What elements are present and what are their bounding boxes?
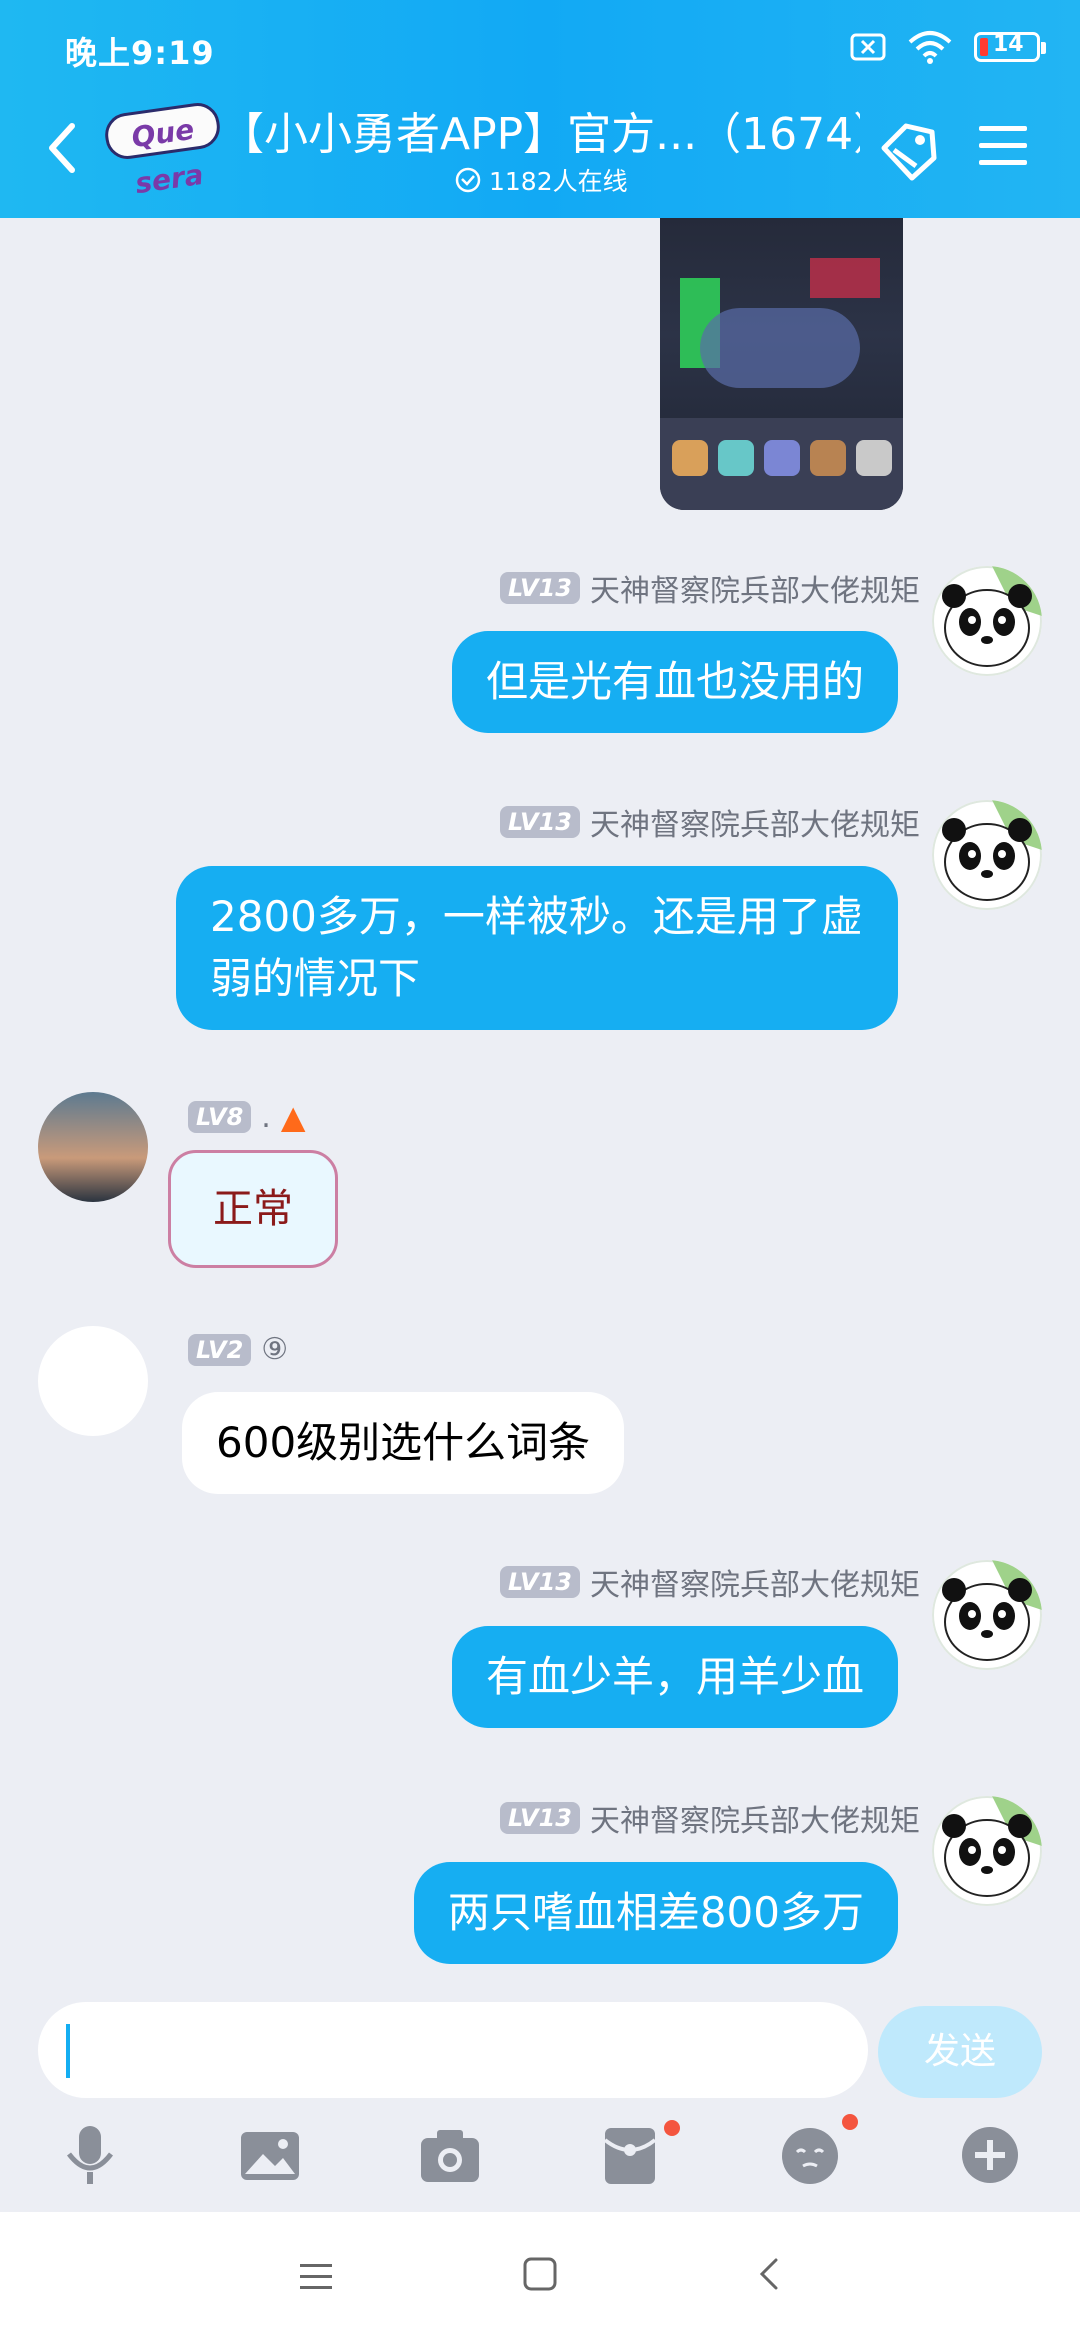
chat-area[interactable]: LV13 天神督察院兵部大佬规矩 但是光有血也没用的 LV13 天神督察院兵部大…: [0, 218, 1080, 1998]
panda-avatar-icon: [942, 800, 1042, 901]
chat-header: 晚上9:19 14 Que sera 【小小勇者APP】官方...（1674） …: [0, 0, 1080, 218]
image-icon[interactable]: [235, 2120, 305, 2190]
emoji-badge: [842, 2114, 858, 2130]
sim-off-icon: [850, 33, 886, 61]
tag-icon[interactable]: [876, 118, 942, 184]
sender-name[interactable]: 天神督察院兵部大佬规矩: [590, 800, 920, 844]
sender-name[interactable]: ⑨: [261, 1332, 288, 1367]
message-input[interactable]: [38, 2002, 868, 2098]
wifi-icon: [908, 31, 952, 64]
text-caret: [66, 2024, 70, 2078]
camera-icon[interactable]: [415, 2120, 485, 2190]
system-nav-bar: [0, 2212, 1080, 2340]
panda-avatar-icon: [942, 566, 1042, 667]
avatar[interactable]: [932, 800, 1042, 910]
status-time: 晚上9:19: [65, 34, 215, 72]
game-screenshot-image[interactable]: [660, 218, 903, 510]
menu-icon[interactable]: [975, 118, 1031, 174]
sender-name[interactable]: 天神督察院兵部大佬规矩: [590, 1796, 920, 1840]
status-icons: 14: [850, 30, 1046, 64]
level-badge: LV13: [500, 1802, 580, 1834]
sender-name[interactable]: 天神督察院兵部大佬规矩: [590, 566, 920, 610]
emoji-icon[interactable]: [775, 2120, 845, 2190]
sender-meta: LV13 天神督察院兵部大佬规矩: [500, 1560, 920, 1604]
avatar[interactable]: [932, 566, 1042, 676]
message-bubble[interactable]: 600级别选什么词条: [182, 1392, 625, 1494]
online-count-text: 1182人在线: [489, 167, 628, 196]
back-arrow-icon[interactable]: [38, 112, 86, 184]
group-title[interactable]: 【小小勇者APP】官方...（1674）: [220, 98, 860, 162]
message-bubble[interactable]: 两只嗜血相差800多万: [413, 1862, 898, 1964]
avatar[interactable]: [38, 1092, 148, 1202]
sender-name[interactable]: 天神督察院兵部大佬规矩: [590, 1560, 920, 1604]
message-bubble[interactable]: 有血少羊，用羊少血: [451, 1626, 898, 1728]
sender-meta: LV8 . ▲: [188, 1098, 305, 1136]
sender-meta: LV13 天神督察院兵部大佬规矩: [500, 566, 920, 610]
avatar[interactable]: [38, 1326, 148, 1436]
mic-icon[interactable]: [55, 2120, 125, 2190]
group-logo: Que sera: [102, 100, 223, 200]
nav-back-icon[interactable]: [750, 2254, 790, 2294]
fire-icon: ▲: [280, 1098, 306, 1136]
plus-icon[interactable]: [955, 2120, 1025, 2190]
red-packet-icon[interactable]: [595, 2120, 665, 2190]
input-bar: 发送: [0, 1998, 1080, 2212]
level-badge: LV8: [188, 1101, 252, 1133]
sender-meta: LV13 天神督察院兵部大佬规矩: [500, 800, 920, 844]
message-bubble[interactable]: 2800多万，一样被秒。还是用了虚弱的情况下: [176, 866, 898, 1030]
battery-icon: 14: [974, 32, 1046, 62]
sender-name[interactable]: .: [261, 1100, 271, 1135]
level-badge: LV2: [188, 1333, 252, 1366]
sticker-message[interactable]: 正常: [168, 1150, 338, 1268]
online-check-icon: [455, 167, 481, 193]
toolbar: [0, 2114, 1080, 2210]
status-bar: 晚上9:19 14: [0, 0, 1080, 100]
panda-avatar-icon: [942, 1560, 1042, 1661]
avatar[interactable]: [932, 1796, 1042, 1906]
send-button[interactable]: 发送: [878, 2006, 1042, 2098]
message-bubble[interactable]: 但是光有血也没用的: [451, 631, 898, 733]
sender-meta: LV13 天神督察院兵部大佬规矩: [500, 1796, 920, 1840]
home-icon[interactable]: [520, 2254, 560, 2294]
avatar[interactable]: [932, 1560, 1042, 1670]
level-badge: LV13: [500, 572, 580, 604]
level-badge: LV13: [500, 1566, 580, 1598]
red-packet-badge: [664, 2120, 680, 2136]
online-count: 1182人在线: [455, 162, 628, 198]
level-badge: LV13: [500, 806, 580, 838]
battery-level: 14: [993, 32, 1024, 57]
panda-avatar-icon: [942, 1796, 1042, 1897]
recent-apps-icon[interactable]: [296, 2256, 336, 2296]
sender-meta: LV2 ⑨: [188, 1332, 288, 1367]
